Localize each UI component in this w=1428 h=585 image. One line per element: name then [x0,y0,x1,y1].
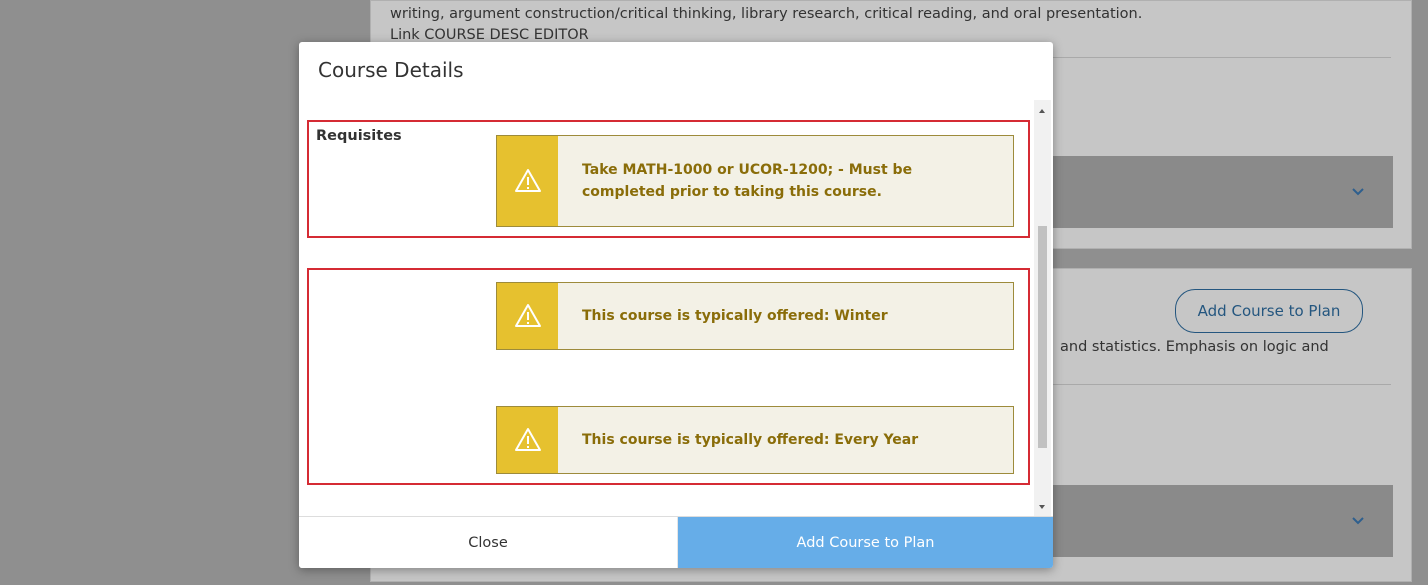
offered-alert-text: This course is typically offered: Winter [582,308,888,324]
modal-body: Requisites Take MATH-1000 or UCOR-1200; … [299,100,1053,516]
offered-alert-text: This course is typically offered: Every … [582,432,919,448]
offered-alert: This course is typically offered: Every … [496,406,1014,474]
warning-triangle-icon [514,428,541,451]
course-section-bar[interactable] [1051,485,1393,557]
chevron-down-icon[interactable] [1348,181,1368,201]
scroll-up-arrow-icon[interactable] [1039,109,1045,113]
add-course-to-plan-button[interactable]: Add Course to Plan [1175,289,1363,333]
course-section-bar[interactable] [1051,156,1393,228]
close-button[interactable]: Close [299,517,678,568]
warning-triangle-icon [514,169,541,192]
course-description: writing, argument construction/critical … [390,6,1143,22]
requisite-alert-text: Take MATH-1000 or UCOR-1200; - Must be c… [582,162,913,200]
modal-title: Course Details [318,58,464,82]
chevron-down-icon[interactable] [1348,510,1368,530]
offered-alert: This course is typically offered: Winter [496,282,1014,350]
course-description: and statistics. Emphasis on logic and [1060,339,1329,355]
scroll-thumb[interactable] [1038,226,1047,448]
warning-triangle-icon [514,304,541,327]
course-desc-editor-link[interactable]: Link COURSE DESC EDITOR [390,27,589,43]
modal-footer: Close Add Course to Plan [299,516,1053,568]
scroll-down-arrow-icon[interactable] [1039,505,1045,509]
requisite-alert: Take MATH-1000 or UCOR-1200; - Must be c… [496,135,1014,227]
divider [1051,57,1391,58]
modal-scrollbar[interactable] [1034,100,1051,516]
requisites-label: Requisites [316,128,402,144]
add-course-to-plan-modal-button[interactable]: Add Course to Plan [678,517,1053,568]
course-details-modal: Course Details Requisites Take MATH-1000… [299,42,1053,568]
divider [1051,384,1391,385]
